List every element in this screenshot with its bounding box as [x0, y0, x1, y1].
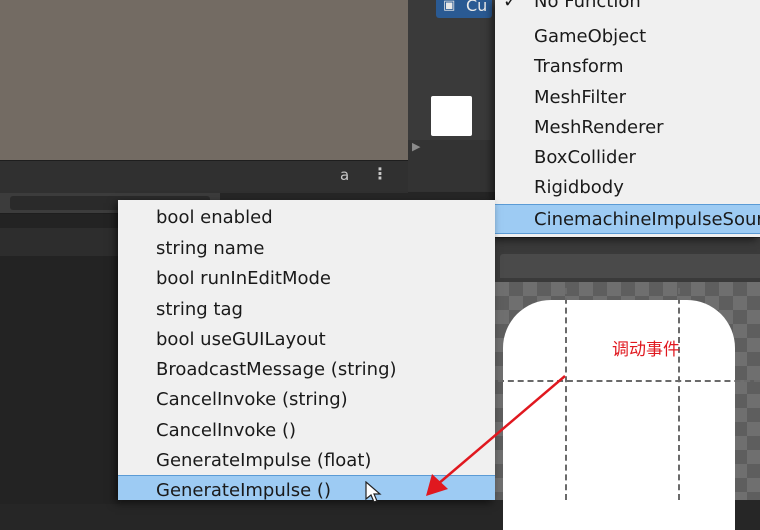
annotation-arrow: [426, 375, 566, 496]
